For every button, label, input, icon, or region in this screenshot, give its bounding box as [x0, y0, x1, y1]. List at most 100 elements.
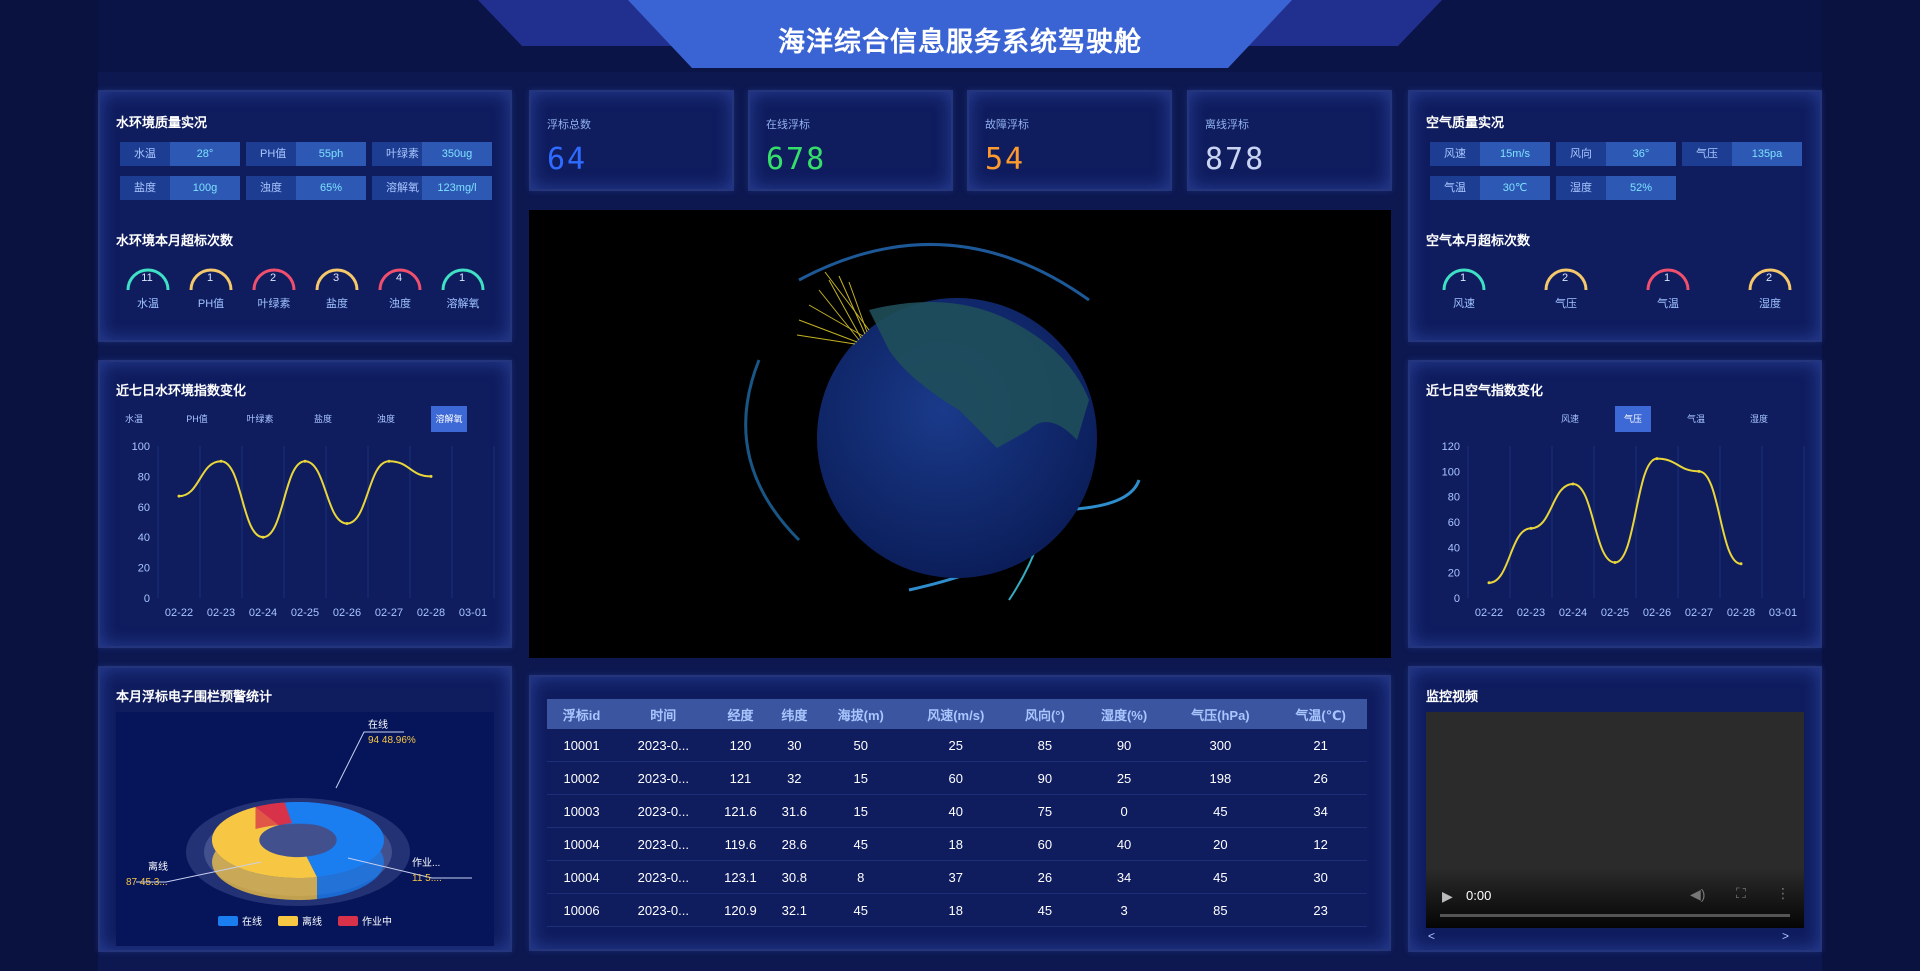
water-metric-label: 水温: [120, 142, 170, 166]
table-cell: 15: [818, 761, 904, 795]
table-cell: 10002: [547, 761, 617, 795]
water-chart-x-tick: 02-23: [207, 607, 235, 619]
water-exceed-gauge-value: 11: [141, 272, 153, 284]
table-cell: 45: [818, 893, 904, 927]
pie-legend-swatch: [278, 916, 298, 926]
air-chart-tab[interactable]: 气压: [1615, 406, 1651, 432]
table-header-cell: 风速(m/s): [903, 699, 1009, 729]
header: 海洋综合信息服务系统驾驶舱: [98, 0, 1822, 72]
globe-view[interactable]: [529, 210, 1391, 658]
air-chart-y-tick: 120: [1442, 441, 1460, 453]
air-chart-x-tick: 02-25: [1601, 607, 1629, 619]
more-options-icon[interactable]: ⋮: [1776, 885, 1790, 902]
air-metric-value: 52%: [1606, 176, 1676, 200]
table-row[interactable]: 10003 2023-0... 121.6 31.6 15 40 75 0 45 34: [547, 794, 1367, 828]
water-exceed-gauge-value: 4: [395, 272, 403, 284]
pie-legend-label: 在线: [242, 915, 262, 928]
water-metric-value: 123mg/l: [422, 176, 492, 200]
table-cell: 121.6: [710, 794, 771, 828]
video-player[interactable]: ▶ 0:00 ◀) ⛶ ⋮: [1426, 712, 1804, 928]
table-cell: 20: [1166, 827, 1275, 861]
air-chart-y-tick: 20: [1448, 568, 1460, 580]
video-progress-bar[interactable]: [1440, 914, 1790, 917]
water-chart-x-tick: 02-27: [375, 607, 403, 619]
buoy-table-wrapper: 浮标id 时间 经度 纬度 海拔(m) 风速(m/s) 风向(°) 湿度(%) 气压(hPa) 气…: [547, 699, 1371, 927]
table-cell: 28.6: [770, 827, 819, 861]
air-chart-x-tick: 02-28: [1727, 607, 1755, 619]
water-metric-value: 100g: [170, 176, 240, 200]
water-chart-y-tick: 20: [138, 563, 150, 575]
table-header-row: 浮标id 时间 经度 纬度 海拔(m) 风速(m/s) 风向(°) 湿度(%) 气压(hPa) 气…: [547, 699, 1367, 729]
pie-callout-value: 87 45.3...: [126, 877, 168, 888]
water-chart-tab[interactable]: 叶绿素: [242, 406, 278, 432]
air-exceed-gauge-label: 气压: [1555, 298, 1577, 310]
table-cell: 60: [903, 761, 1009, 795]
air-exceed-gauge-label: 气温: [1657, 298, 1679, 310]
water-exceed-title: 水环境本月超标次数: [116, 233, 234, 248]
air-chart-x-tick: 02-27: [1685, 607, 1713, 619]
table-row[interactable]: 10002 2023-0... 121 32 15 60 90 25 198 26: [547, 761, 1367, 795]
water-chart-tab[interactable]: 溶解氧: [431, 406, 467, 432]
air-exceed-gauge-value: 2: [1765, 272, 1773, 284]
air-chart-x-tick: 02-23: [1517, 607, 1545, 619]
air-chart-y-tick: 60: [1448, 517, 1460, 529]
table-cell: 85: [1166, 893, 1275, 927]
water-chart-tab[interactable]: 浊度: [368, 406, 404, 432]
table-row[interactable]: 10004 2023-0... 123.1 30.8 8 37 26 34 45 30: [547, 860, 1367, 894]
air-trend-panel: 近七日空气指数变化 风速 气压 气温 湿度 0 20 40 60 80 100 120 02-22 0…: [1408, 360, 1822, 648]
table-cell: 30: [770, 729, 819, 762]
table-header-cell: 时间: [616, 699, 711, 729]
air-exceed-gauge-value: 1: [1459, 272, 1467, 284]
video-prev-button[interactable]: <: [1428, 929, 1435, 943]
table-cell: 120: [710, 729, 771, 762]
stat-card-value: 878: [1205, 142, 1266, 177]
video-next-button[interactable]: >: [1782, 929, 1789, 943]
volume-icon[interactable]: ◀): [1690, 886, 1705, 903]
table-cell: 90: [1081, 729, 1167, 762]
table-row[interactable]: 10001 2023-0... 120 30 50 25 85 90 300 21: [547, 729, 1367, 762]
air-metric-label: 气压: [1682, 142, 1732, 166]
air-metric-item: 风速 15m/s: [1430, 142, 1550, 166]
water-chart-y-tick: 100: [132, 441, 150, 453]
air-exceed-gauge-label: 风速: [1453, 298, 1475, 310]
air-chart-tab[interactable]: 气温: [1678, 406, 1714, 432]
air-metric-label: 风向: [1556, 142, 1606, 166]
table-row[interactable]: 10004 2023-0... 119.6 28.6 45 18 60 40 20 12: [547, 827, 1367, 861]
table-cell: 23: [1274, 893, 1367, 927]
table-cell: 2023-0...: [616, 860, 711, 894]
water-exceed-gauge-label: 水温: [137, 298, 159, 310]
air-metric-item: 风向 36°: [1556, 142, 1676, 166]
fence-alert-title: 本月浮标电子围栏预警统计: [116, 689, 273, 704]
air-chart-data-point: [1487, 581, 1491, 585]
air-quality-panel: 空气质量实况 风速 15m/s 风向 36° 气压 135pa 气温 30℃ 湿度 52% 空气本…: [1408, 90, 1822, 342]
fence-pie-chart: 在线94 48.96%离线87 45.3...作业...11 5....在线 离线…: [116, 712, 494, 946]
water-chart-tab[interactable]: 盐度: [305, 406, 341, 432]
table-cell: 10003: [547, 794, 617, 828]
table-row[interactable]: 10006 2023-0... 120.9 32.1 45 18 45 3 85 23: [547, 893, 1367, 927]
table-cell: 2023-0...: [616, 893, 711, 927]
water-metric-value: 55ph: [296, 142, 366, 166]
fullscreen-icon[interactable]: ⛶: [1736, 885, 1746, 902]
pie-legend-label: 离线: [302, 915, 322, 928]
table-cell: 18: [903, 827, 1009, 861]
table-cell: 32: [770, 761, 819, 795]
table-cell: 123.1: [710, 860, 771, 894]
play-icon[interactable]: ▶: [1442, 888, 1453, 905]
air-chart-tab[interactable]: 风速: [1552, 406, 1588, 432]
air-exceed-gauge: 2 气压: [1542, 260, 1590, 316]
fence-alert-panel: 本月浮标电子围栏预警统计 在线 94 48.96% 离线 87 45.3... 作业..…: [98, 666, 512, 952]
water-chart-x-tick: 02-22: [165, 607, 193, 619]
water-chart-tab[interactable]: 水温: [116, 406, 152, 432]
water-exceed-gauge: 2 叶绿素: [250, 260, 298, 316]
air-metric-label: 气温: [1430, 176, 1480, 200]
pie-legend-label: 作业中: [362, 915, 392, 928]
air-chart-tab[interactable]: 湿度: [1741, 406, 1777, 432]
pie-callout-name: 离线: [148, 860, 168, 873]
table-cell: 30.8: [770, 860, 819, 894]
air-metric-value: 36°: [1606, 142, 1676, 166]
air-chart-x-tick: 02-26: [1643, 607, 1671, 619]
water-chart-tab[interactable]: PH值: [179, 406, 215, 432]
water-chart-x-tick: 02-28: [417, 607, 445, 619]
water-metric-item: 溶解氧 123mg/l: [372, 176, 492, 200]
air-exceed-gauge: 2 湿度: [1746, 260, 1794, 316]
